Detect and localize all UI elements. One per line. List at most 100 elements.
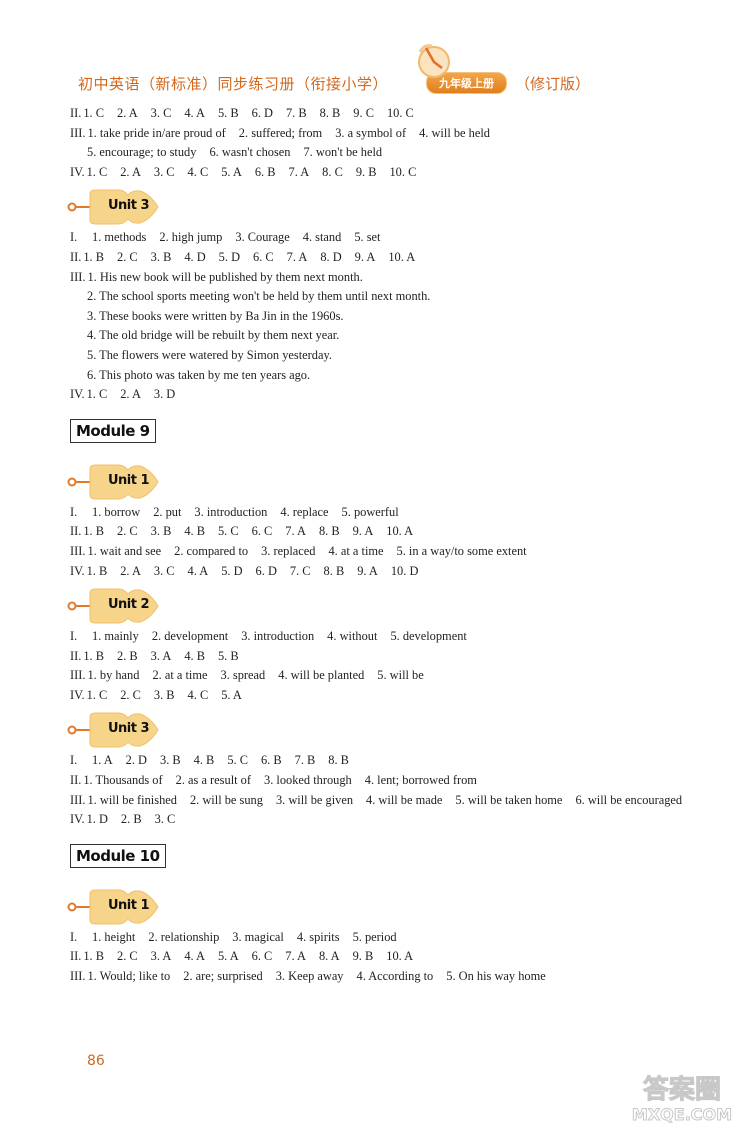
answer-item: 4. at a time xyxy=(328,543,384,558)
answer-item: 8. C xyxy=(322,164,343,179)
answer-item: 9. A xyxy=(357,563,378,578)
answer-item: 2. A xyxy=(117,106,138,120)
answer-item: 5. set xyxy=(354,230,381,245)
question-number: I. xyxy=(70,753,78,768)
answer-line: II. 1. C 2. A 3. C 4. A 5. B 6. D 7. B 8. B 9. C 1… xyxy=(70,104,730,124)
answer-line: IV. 1. D 2. B 3. C xyxy=(70,810,730,830)
question-number: IV. xyxy=(70,387,85,402)
answer-item: 1. B xyxy=(83,949,105,964)
unit-tag: Unit 2 xyxy=(67,587,730,625)
answer-item: 5. On his way home xyxy=(446,969,546,984)
answer-item: 2. A xyxy=(120,563,141,578)
answer-item: 1. will be finished xyxy=(87,792,177,807)
answer-line: 5. The flowers were watered by Simon yes… xyxy=(70,346,730,366)
answer-line: III. 1. will be finished 2. will be sung 3.… xyxy=(70,791,730,811)
answer-item: 5. development xyxy=(390,629,467,644)
answer-line: 2. The school sports meeting won't be he… xyxy=(70,287,730,307)
answer-item: 2. B xyxy=(117,648,138,663)
answer-item: 1. take pride in/are proud of xyxy=(87,125,226,140)
question-number: III. xyxy=(70,125,86,140)
answer-item: 1. Thousands of xyxy=(83,773,163,788)
question-number: I. xyxy=(70,504,78,519)
answer-block: I. 1. mainly 2. development 3. introduction… xyxy=(70,627,730,705)
unit-label: Unit 2 xyxy=(108,597,150,613)
watermark-text: 答案圈 xyxy=(642,1075,721,1106)
answer-item: 1. height xyxy=(92,929,136,944)
unit-tag: Unit 1 xyxy=(67,463,730,501)
answer-item: 4. replace xyxy=(280,504,329,519)
answer-item: 6. B xyxy=(260,753,282,768)
unit-label: Unit 1 xyxy=(108,472,150,488)
answer-item: 3. a symbol of xyxy=(335,125,407,140)
answer-item: 1. C xyxy=(86,164,108,179)
answer-item: 5. The flowers were watered by Simon yes… xyxy=(87,347,332,362)
module-heading: Module 10 xyxy=(70,843,166,868)
page-header: 初中英语（新标准）同步练习册（衔接小学） 九年级上册 （修订版） xyxy=(78,44,590,96)
answer-item: 9. B xyxy=(352,949,374,964)
module-heading: Module 9 xyxy=(70,418,156,443)
answer-block: I. 1. methods 2. high jump 3. Courage 4. sta… xyxy=(70,228,730,404)
answer-item: 8. B xyxy=(318,524,340,539)
answer-item: 4. D xyxy=(184,249,206,264)
answer-item: 5. B xyxy=(217,106,239,120)
answer-item: 9. A xyxy=(354,249,376,264)
answer-item: 5. B xyxy=(217,648,239,663)
answer-item: 3. replaced xyxy=(261,543,316,558)
answer-item: 5. A xyxy=(217,949,239,964)
answer-line: II. 1. B 2. C 3. B 4. D 5. D 6. C 7. A 8. D 9. A 1… xyxy=(70,248,730,268)
answer-line: III. 1. take pride in/are proud of 2. suff… xyxy=(70,124,730,144)
answer-item: 3. C xyxy=(153,164,175,179)
answer-item: 3. introduction xyxy=(241,629,315,644)
answer-item: 10. C xyxy=(389,164,417,179)
answer-item: 6. wasn't chosen xyxy=(209,145,291,160)
answer-line: 3. These books were written by Ba Jin in… xyxy=(70,307,730,327)
answer-item: 7. C xyxy=(289,563,311,578)
answer-item: 1. Would; like to xyxy=(87,969,171,984)
question-number: II. xyxy=(70,648,82,663)
question-number: III. xyxy=(70,792,86,807)
answer-item: 2. C xyxy=(120,687,141,702)
answer-line: 4. The old bridge will be rebuilt by the… xyxy=(70,326,730,346)
question-number: I. xyxy=(70,929,78,944)
answer-item: 1. mainly xyxy=(92,629,139,644)
answer-item: 3. introduction xyxy=(194,504,268,519)
answer-item: 8. B xyxy=(323,563,345,578)
answer-item: 1. B xyxy=(83,524,105,539)
answer-item: 10. A xyxy=(386,524,414,539)
answer-item: 6. C xyxy=(251,524,273,539)
answer-item: 1. wait and see xyxy=(87,543,162,558)
answer-item: 3. magical xyxy=(232,929,284,944)
question-number: IV. xyxy=(70,687,85,702)
answer-item: 6. will be encouraged xyxy=(575,792,683,807)
unit-label: Unit 3 xyxy=(108,721,150,737)
answer-item: 1. B xyxy=(83,648,105,663)
question-number: II. xyxy=(70,106,82,120)
answer-line: II. 1. B 2. B 3. A 4. B 5. B xyxy=(70,647,730,667)
question-number: III. xyxy=(70,543,86,558)
answer-item: 4. B xyxy=(193,753,215,768)
answer-item: 5. C xyxy=(227,753,248,768)
answer-item: 6. B xyxy=(254,164,276,179)
answer-item: 1. C xyxy=(86,687,108,702)
answer-line: 6. This photo was taken by me ten years … xyxy=(70,366,730,386)
answer-item: 7. A xyxy=(285,524,306,539)
question-number: IV. xyxy=(70,812,85,827)
question-number: II. xyxy=(70,524,82,539)
answer-item: 2. put xyxy=(153,504,182,519)
answer-line: I. 1. methods 2. high jump 3. Courage 4. sta… xyxy=(70,228,730,248)
question-number: IV. xyxy=(70,563,85,578)
answer-item: 2. development xyxy=(151,629,229,644)
answer-item: 7. A xyxy=(285,949,306,964)
answer-item: 2. compared to xyxy=(174,543,249,558)
answer-item: 4. C xyxy=(187,164,209,179)
answer-item: 5. will be xyxy=(377,668,424,683)
answer-item: 5. C xyxy=(217,524,239,539)
question-number: II. xyxy=(70,949,82,964)
answer-item: 3. spread xyxy=(220,668,266,683)
answer-item: 10. C xyxy=(386,106,414,120)
answer-item: 5. will be taken home xyxy=(455,792,563,807)
answer-item: 5. D xyxy=(218,249,241,264)
answer-line: 5. encourage; to study 6. wasn't chosen 7.… xyxy=(70,143,730,163)
answer-item: 4. without xyxy=(327,629,378,644)
answer-item: 2. The school sports meeting won't be he… xyxy=(87,289,431,304)
